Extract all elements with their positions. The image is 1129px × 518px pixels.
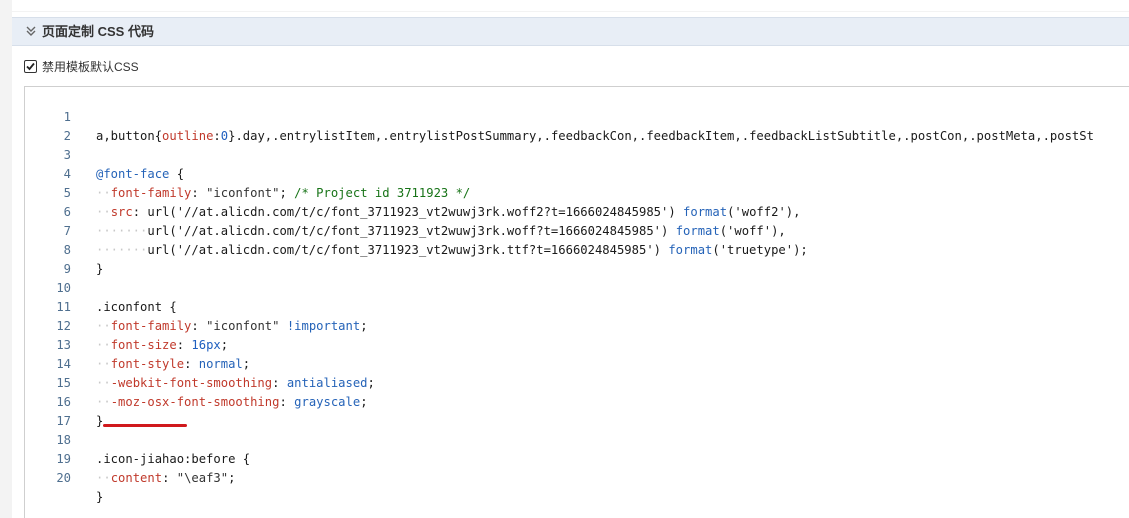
code-line: 19 ··content: "\eaf3"; xyxy=(25,431,1129,485)
code-line: 14 ··-webkit-font-smoothing: antialiased… xyxy=(25,336,1129,390)
code-line: 18 .icon-jiahao:before { xyxy=(25,412,1129,466)
section-header[interactable]: 页面定制 CSS 代码 xyxy=(12,17,1129,46)
code-line: 8 } xyxy=(25,222,1129,276)
code-line: 9 xyxy=(25,241,1129,276)
code-line: 11 ··font-family: "iconfont" !important; xyxy=(25,279,1129,333)
code-text: ··content: "\eaf3"; xyxy=(96,471,236,485)
code-line: 4 ··font-family: "iconfont"; /* Project … xyxy=(25,146,1129,200)
code-line: 5 ··src: url('//at.alicdn.com/t/c/font_3… xyxy=(25,165,1129,219)
css-code-editor[interactable]: 1 a,button{outline:0}.day,.entrylistItem… xyxy=(24,86,1129,518)
code-line: 2 xyxy=(25,108,1129,143)
code-line: 15 ··-moz-osx-font-smoothing: grayscale; xyxy=(25,355,1129,409)
code-lines: 1 a,button{outline:0}.day,.entrylistItem… xyxy=(25,89,1129,504)
code-line: 6 ·······url('//at.alicdn.com/t/c/font_3… xyxy=(25,184,1129,238)
line-number: 20 xyxy=(56,471,71,485)
section-title: 页面定制 CSS 代码 xyxy=(42,24,154,39)
code-line: 13 ··font-style: normal; xyxy=(25,317,1129,371)
red-underline-annotation xyxy=(103,424,187,427)
code-line: 17 xyxy=(25,393,1129,428)
disable-default-css-label: 禁用模板默认CSS xyxy=(42,60,139,74)
top-strip xyxy=(12,0,1129,11)
code-line: 16 } xyxy=(25,374,1129,428)
checkmark-icon xyxy=(26,62,35,71)
code-text: } xyxy=(96,490,104,504)
code-line: 10 .iconfont { xyxy=(25,260,1129,314)
css-settings-panel: 页面定制 CSS 代码 禁用模板默认CSS 1 a,button{outline… xyxy=(12,12,1129,518)
code-line: 7 ·······url('//at.alicdn.com/t/c/font_3… xyxy=(25,203,1129,257)
code-line: 1 a,button{outline:0}.day,.entrylistItem… xyxy=(25,89,1129,143)
code-line: 12 ··font-size: 16px; xyxy=(25,298,1129,352)
double-chevron-down-icon[interactable] xyxy=(24,24,38,38)
disable-default-css-checkbox[interactable] xyxy=(24,60,37,73)
code-line: 3 @font-face { xyxy=(25,127,1129,181)
code-line: 20 } xyxy=(25,450,1129,504)
